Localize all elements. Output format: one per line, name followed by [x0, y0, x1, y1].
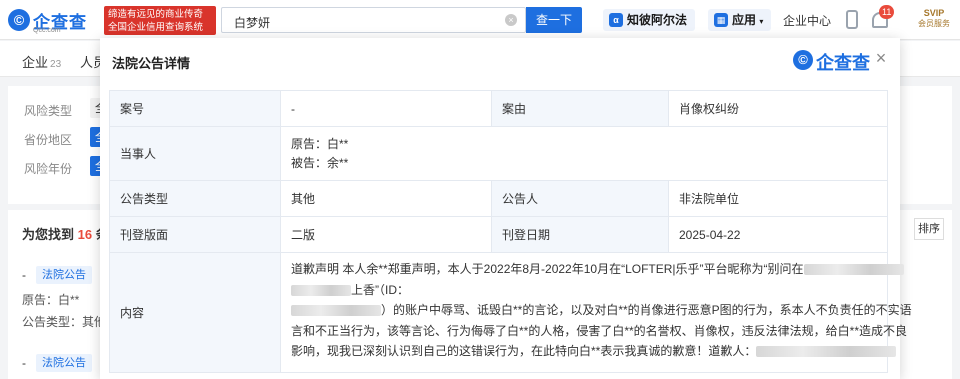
list-bullet: - [22, 268, 26, 282]
announcer-value: 非法院单位 [668, 180, 888, 217]
case-cause-label: 案由 [491, 90, 669, 127]
svip-button[interactable]: SVIP 会员服务 [910, 8, 958, 34]
apps-grid-icon: ▦ [714, 13, 728, 27]
result-count: 16 [77, 227, 93, 242]
publish-page-value: 二版 [280, 216, 492, 253]
tab-enterprise-label: 企业 [22, 55, 49, 70]
table-row: 当事人 原告：白** 被告：余** [109, 126, 888, 181]
notification-badge: 11 [879, 5, 895, 19]
chevron-down-icon: ▾ [759, 17, 764, 26]
notice-type-value: 其他 [280, 180, 492, 217]
dialog-title: 法院公告详情 [112, 56, 191, 71]
search-button[interactable]: 查一下 [526, 7, 582, 33]
table-row: 案号 - 案由 肖像权纠纷 [109, 90, 888, 127]
table-row: 刊登版面 二版 刊登日期 2025-04-22 [109, 216, 888, 253]
slogan-line-2: 全国企业信用查询系统 [108, 22, 204, 33]
filter-label-risk-type: 风险类型 [24, 104, 73, 118]
content-line: 言和不正当行为，该等言论、行为侮辱了白**的人格，侵害了白**的名誉权、肖像权，… [291, 321, 907, 342]
content-text: 道歉声明 本人余**郑重声明，本人于2022年8月-2022年10月在“LOFT… [291, 262, 804, 276]
slogan-line-1: 缔造有远见的商业传奇 [108, 9, 204, 20]
site-logo[interactable]: © 企查查 Qcc.com [8, 8, 98, 34]
party-value: 原告：白** 被告：余** [280, 126, 888, 181]
result-prefix: 为您找到 [22, 227, 75, 242]
dialog-logo: © 企查查 [793, 48, 873, 73]
logo-subtext: Qcc.com [33, 27, 61, 34]
zhiwei-alpha-button[interactable]: α 知彼阿尔法 [603, 9, 696, 31]
content-text: 言和不正当行为，该等言论、行为侮辱了白**的人格，侵害了白**的名誉权、肖像权，… [291, 323, 908, 338]
plaintiff-text: 原告：白** [291, 136, 349, 151]
svip-label: SVIP [923, 8, 945, 18]
apps-label: 应用 [732, 13, 757, 27]
filter-label-region: 省份地区 [24, 133, 73, 147]
content-line: ）的账户中辱骂、诋毁白**的言论，以及对白**的肖像进行恶意P图的行为，系本人不… [291, 300, 912, 321]
party-label: 当事人 [109, 126, 281, 181]
redacted-text [291, 284, 351, 296]
court-notice-detail-dialog: 法院公告详情 © 企查查 × 案号 - 案由 肖像权纠纷 当事人 原告：白** … [100, 38, 912, 379]
mobile-app-icon[interactable] [846, 10, 858, 29]
svip-sublabel: 会员服务 [918, 19, 950, 28]
result-plaintiff: 原告：白** [22, 293, 80, 307]
close-icon[interactable]: × [872, 49, 890, 67]
tab-enterprise[interactable]: 企业 23 [22, 52, 61, 71]
search-input-value: 白梦妍 [234, 16, 271, 30]
logo-mark-icon: © [8, 9, 30, 31]
publish-page-label: 刊登版面 [109, 216, 281, 253]
content-line: 道歉声明 本人余**郑重声明，本人于2022年8月-2022年10月在“LOFT… [291, 259, 904, 280]
result-notice-type: 公告类型：其他 [22, 315, 107, 329]
defendant-text: 被告：余** [291, 155, 349, 170]
logo-mark-icon: © [793, 50, 813, 70]
content-text: 影响，现我已深刻认识到自己的这错误行为，在此特向白**表示我真诚的歉意！道歉人： [291, 344, 757, 358]
result-summary: 为您找到 16 条 [22, 224, 109, 243]
case-number-value: - [280, 90, 492, 127]
list-bullet: - [22, 356, 26, 370]
table-row: 内容 道歉声明 本人余**郑重声明，本人于2022年8月-2022年10月在“L… [109, 252, 912, 373]
tab-enterprise-count: 23 [50, 59, 62, 70]
notice-detail-table: 案号 - 案由 肖像权纠纷 当事人 原告：白** 被告：余** 公告类型 其他 … [109, 90, 912, 373]
table-row: 公告类型 其他 公告人 非法院单位 [109, 180, 888, 217]
announcer-label: 公告人 [491, 180, 669, 217]
filter-label-year: 风险年份 [24, 162, 73, 176]
notice-type-label: 公告类型 [109, 180, 281, 217]
clear-icon[interactable]: × [505, 14, 517, 26]
content-text: 上香”（ID： [351, 282, 409, 297]
content-line: 上香”（ID： [291, 280, 877, 301]
top-bar: © 企查查 Qcc.com 缔造有远见的商业传奇 全国企业信用查询系统 白梦妍 … [0, 0, 960, 40]
publish-date-value: 2025-04-22 [668, 216, 888, 253]
redacted-text [803, 264, 904, 276]
court-notice-tag: 法院公告 [36, 354, 92, 372]
dialog-logo-text: 企查查 [816, 53, 870, 73]
search-input[interactable]: 白梦妍 × [221, 7, 526, 33]
content-label: 内容 [109, 252, 281, 373]
slogan-banner: 缔造有远见的商业传奇 全国企业信用查询系统 [104, 6, 216, 35]
apps-menu-button[interactable]: ▦ 应用 ▾ [708, 9, 772, 31]
content-text: ）的账户中辱骂、诋毁白**的言论，以及对白**的肖像进行恶意P图的行为，系本人不… [381, 303, 912, 317]
enterprise-center-link[interactable]: 企业中心 [783, 12, 831, 29]
court-notice-tag: 法院公告 [36, 266, 92, 284]
case-number-label: 案号 [109, 90, 281, 127]
redacted-text [756, 346, 897, 358]
content-line: 影响，现我已深刻认识到自己的这错误行为，在此特向白**表示我真诚的歉意！道歉人： [291, 341, 897, 362]
zhiwei-alpha-label: 知彼阿尔法 [627, 13, 688, 27]
redacted-text [291, 305, 381, 317]
case-cause-value: 肖像权纠纷 [668, 90, 888, 127]
publish-date-label: 刊登日期 [491, 216, 669, 253]
sort-button[interactable]: 排序 [914, 218, 944, 240]
alpha-icon: α [609, 13, 623, 27]
content-value: 道歉声明 本人余**郑重声明，本人于2022年8月-2022年10月在“LOFT… [280, 252, 912, 373]
